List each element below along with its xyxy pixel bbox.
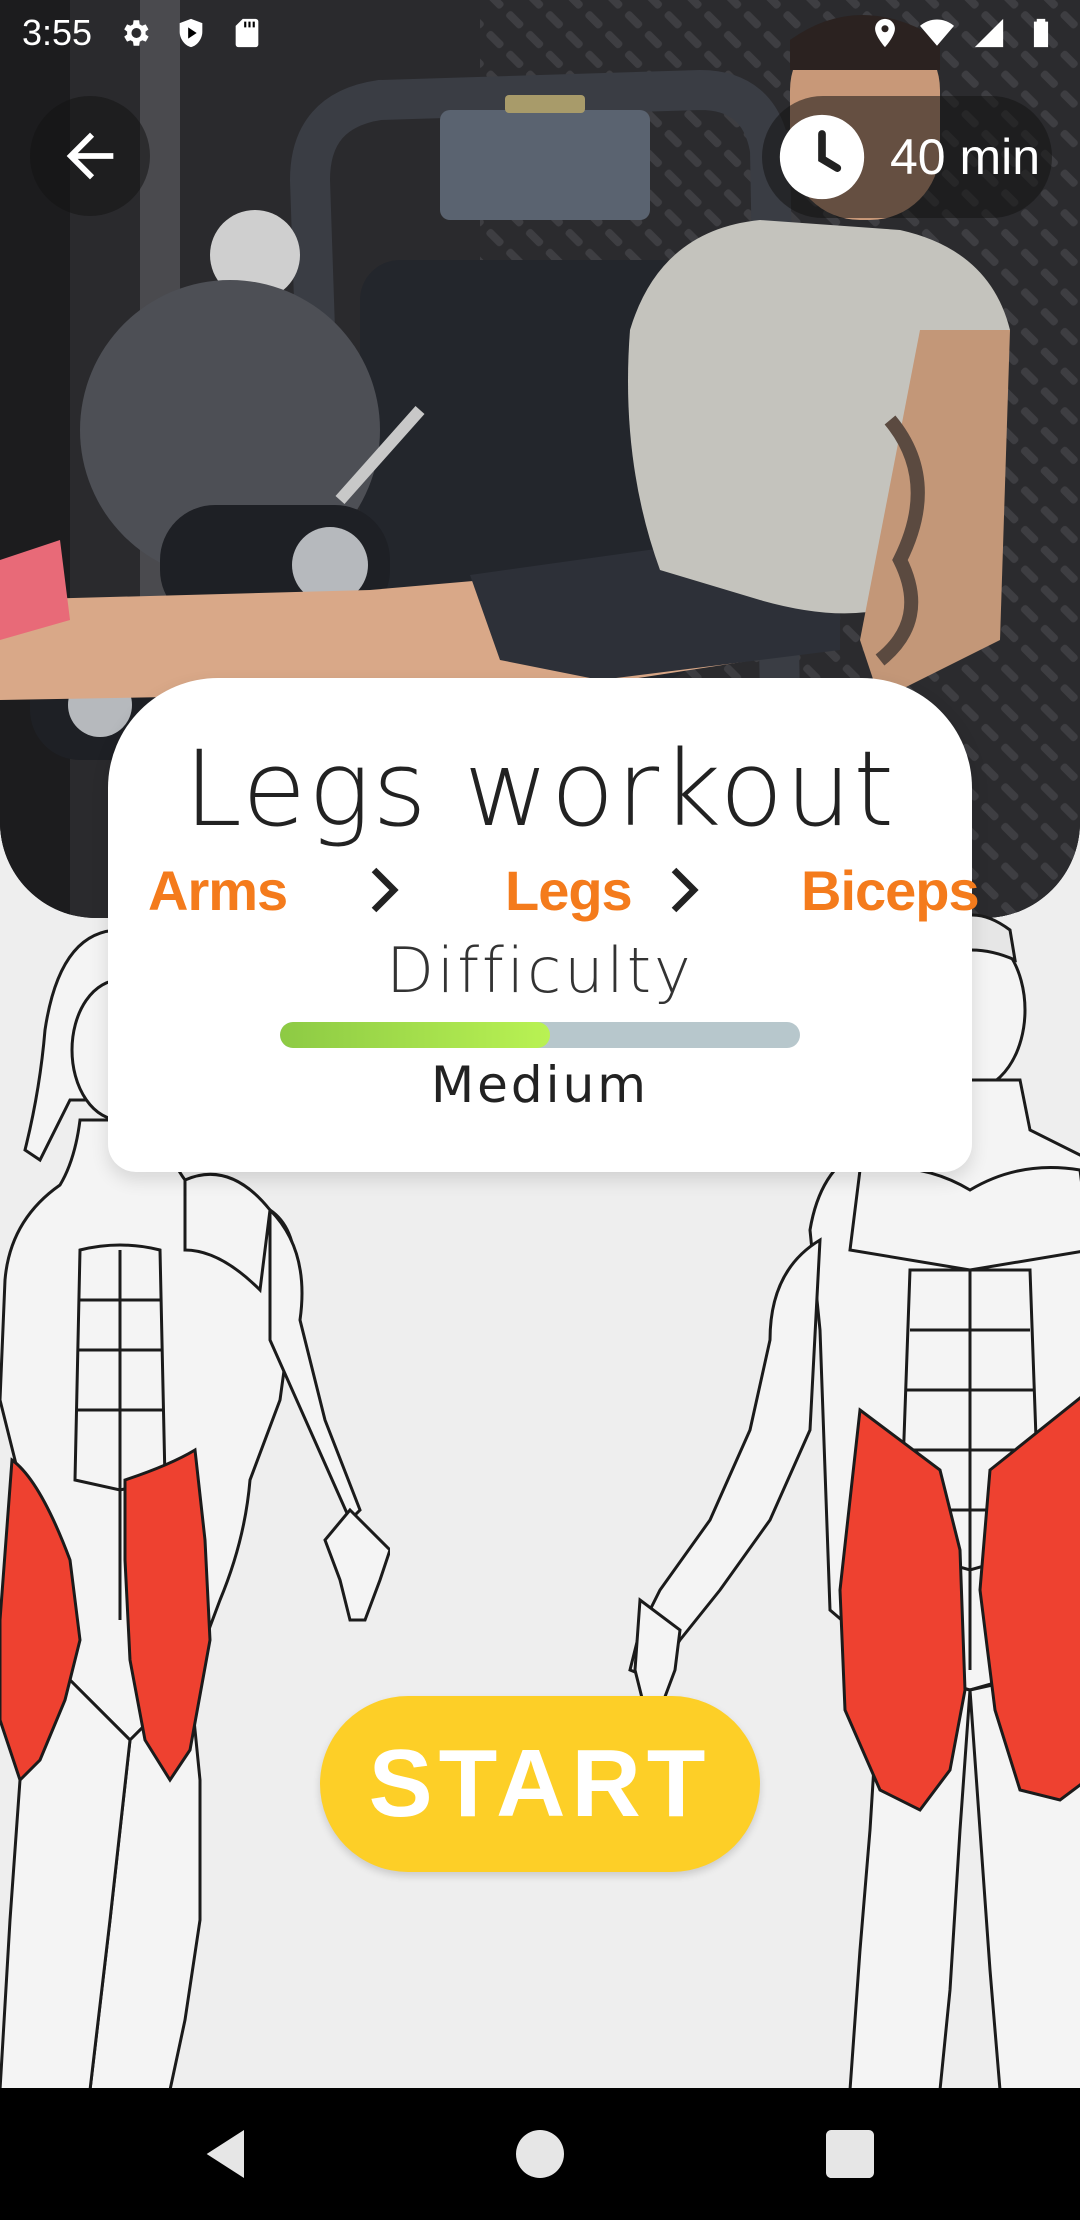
difficulty-label: Difficulty	[386, 934, 694, 1007]
difficulty-bar-fill	[280, 1022, 551, 1048]
nav-back-icon[interactable]	[196, 2122, 260, 2186]
settings-icon	[124, 20, 149, 46]
navigation-bar	[0, 2088, 1080, 2220]
wifi-icon	[920, 19, 954, 46]
signal-icon	[974, 18, 1004, 48]
shield-icon	[179, 18, 203, 48]
breadcrumb-legs[interactable]: Legs	[505, 858, 633, 923]
workout-title: Legs workout	[183, 728, 897, 850]
workout-info-card: Legs workout Arms Legs Biceps Difficulty…	[108, 678, 980, 1172]
battery-icon	[1033, 18, 1049, 48]
back-button[interactable]	[30, 96, 150, 216]
chevron-right-icon	[371, 867, 399, 913]
sd-card-icon	[235, 18, 259, 48]
breadcrumb-arms[interactable]: Arms	[148, 858, 288, 923]
status-bar: 3:55	[0, 0, 1080, 66]
nav-recents-icon[interactable]	[818, 2122, 882, 2186]
breadcrumb-biceps[interactable]: Biceps	[801, 858, 980, 923]
nav-home-icon[interactable]	[508, 2122, 572, 2186]
clock-icon	[779, 114, 865, 200]
difficulty-bar	[280, 1022, 800, 1048]
breadcrumb: Arms Legs Biceps	[148, 850, 988, 930]
location-icon	[875, 18, 895, 48]
status-right-icons	[868, 16, 1058, 50]
difficulty-value: Medium	[431, 1056, 649, 1114]
start-button[interactable]: START	[320, 1696, 760, 1872]
duration-badge: 40 min	[762, 96, 1052, 218]
chevron-right-icon	[671, 867, 699, 913]
status-time: 3:55	[22, 12, 93, 53]
status-left-icons	[118, 16, 264, 50]
duration-text: 40 min	[890, 129, 1041, 185]
arrow-back-icon	[66, 132, 114, 180]
